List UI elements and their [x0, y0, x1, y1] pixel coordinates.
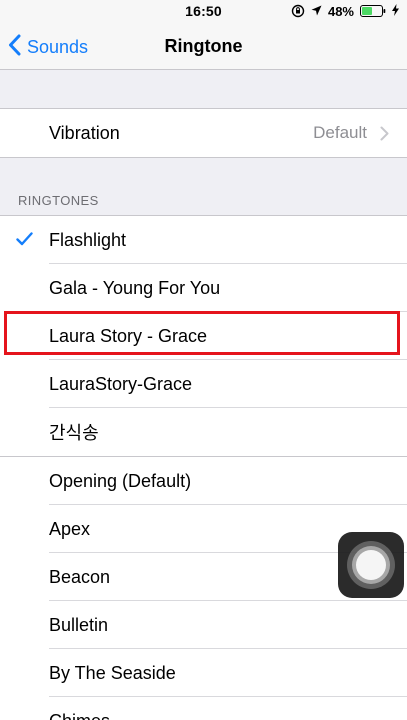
vibration-row[interactable]: Vibration Default — [0, 109, 407, 157]
ringtone-row[interactable]: Gala - Young For You — [0, 264, 407, 312]
location-icon — [311, 4, 322, 19]
rotation-lock-icon — [291, 4, 305, 18]
checkmark-icon — [16, 230, 33, 251]
status-indicators: 48% — [291, 3, 399, 19]
ringtone-label: Flashlight — [49, 229, 127, 250]
ringtone-label: LauraStory-Grace — [49, 373, 193, 394]
navigation-bar: Sounds Ringtone — [0, 22, 407, 70]
assistive-touch-icon — [356, 550, 386, 580]
chevron-right-icon — [380, 125, 389, 146]
ringtone-label: 간식송 — [49, 423, 99, 443]
battery-percent: 48% — [327, 3, 354, 19]
ringtone-row[interactable]: Opening (Default) — [0, 457, 407, 505]
ringtone-label: By The Seaside — [49, 662, 176, 683]
vibration-group: Vibration Default — [0, 108, 407, 158]
ringtone-label: Apex — [49, 518, 91, 539]
status-bar: 16:50 48% — [0, 0, 407, 22]
page-title: Ringtone — [164, 36, 243, 56]
ringtone-row[interactable]: Chimes — [0, 697, 407, 720]
charging-icon — [392, 3, 399, 19]
highlight-box — [4, 311, 400, 355]
ringtone-label: Opening (Default) — [49, 470, 192, 491]
ringtone-row-flashlight[interactable]: Flashlight — [0, 216, 407, 264]
ringtone-label: Beacon — [49, 566, 111, 587]
ringtone-row[interactable]: Bulletin — [0, 601, 407, 649]
vibration-value: Default — [313, 123, 367, 142]
ringtone-label: Chimes — [49, 711, 110, 720]
ringtone-label: Bulletin — [49, 614, 109, 635]
ringtone-row[interactable]: 간식송 — [0, 408, 407, 456]
ringtone-row[interactable]: By The Seaside — [0, 649, 407, 697]
ringtones-section-header: RINGTONES — [18, 193, 99, 208]
ringtone-row[interactable]: LauraStory-Grace — [0, 360, 407, 408]
ringtone-label: Gala - Young For You — [49, 277, 221, 298]
battery-icon — [360, 5, 386, 17]
assistive-touch-button[interactable] — [338, 532, 404, 598]
vibration-label: Vibration — [49, 122, 120, 143]
